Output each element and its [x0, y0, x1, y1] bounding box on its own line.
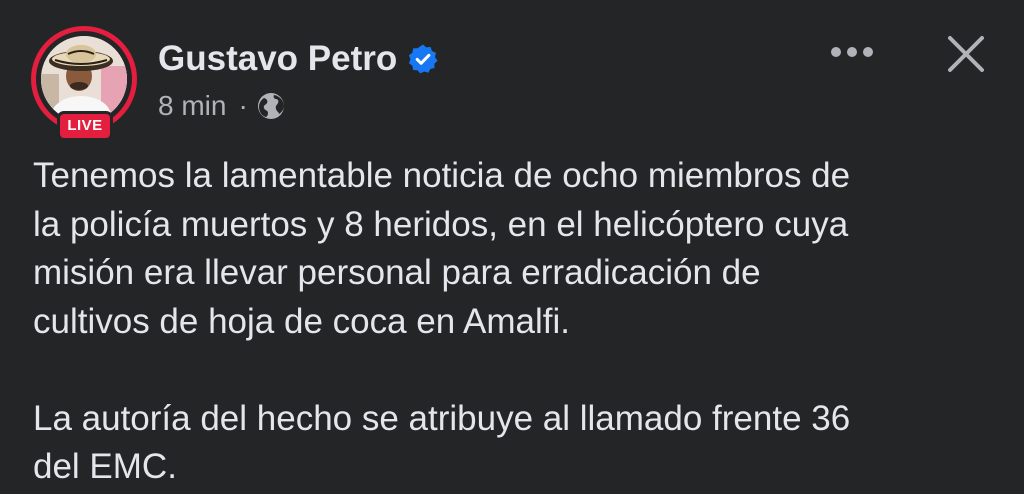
close-icon [948, 36, 984, 72]
post-text: Tenemos la lamentable noticia de ocho mi… [33, 152, 993, 492]
live-badge: LIVE [57, 111, 113, 141]
verified-badge-icon [407, 43, 439, 75]
post-timestamp[interactable]: 8 min [158, 90, 226, 122]
post-meta: 8 min · [158, 88, 286, 124]
close-button[interactable] [938, 26, 994, 82]
more-options-button[interactable] [820, 30, 884, 74]
avatar-photo-image [41, 36, 127, 122]
more-options-icon [831, 47, 873, 57]
avatar-photo [41, 36, 127, 122]
author-header: Gustavo Petro [158, 36, 439, 82]
meta-separator: · [238, 90, 248, 121]
post-card: LIVE Gustavo Petro 8 min · Tenemos la la… [0, 0, 1024, 494]
author-name[interactable]: Gustavo Petro [158, 39, 397, 79]
post-paragraph: La autoría del hecho se atribuye al llam… [33, 398, 851, 487]
globe-icon[interactable] [256, 91, 286, 121]
post-paragraph: Tenemos la lamentable noticia de ocho mi… [33, 156, 851, 341]
author-avatar[interactable]: LIVE [31, 26, 137, 141]
